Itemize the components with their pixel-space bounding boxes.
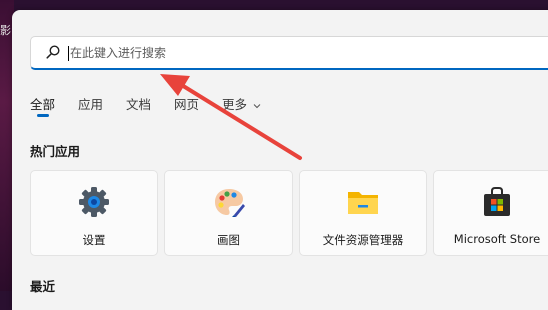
tab-more-label: 更多	[222, 97, 248, 112]
app-tile-paint[interactable]: 画图	[164, 170, 293, 256]
app-tile-label: 画图	[217, 233, 240, 247]
app-tile-file-explorer[interactable]: 文件资源管理器	[299, 170, 427, 256]
tab-all[interactable]: 全部	[30, 94, 55, 113]
search-icon	[46, 45, 60, 59]
recent-heading: 最近	[30, 279, 56, 294]
search-panel: 全部 应用 文档 网页 更多 热门应用 设置	[12, 10, 548, 310]
app-tile-label: Microsoft Store	[453, 232, 541, 246]
app-tile-label: 设置	[82, 233, 106, 247]
app-tile-label: 文件资源管理器	[322, 233, 404, 247]
top-apps-heading: 热门应用	[30, 144, 81, 159]
tab-more[interactable]: 更多	[222, 94, 261, 113]
tab-documents[interactable]: 文档	[126, 94, 151, 113]
tab-apps[interactable]: 应用	[78, 94, 103, 113]
active-tab-indicator	[37, 114, 49, 117]
search-input[interactable]	[68, 42, 518, 64]
text-caret	[68, 46, 69, 61]
settings-gear-icon	[79, 187, 109, 217]
file-explorer-folder-icon	[348, 192, 378, 214]
app-tile-settings[interactable]: 设置	[30, 170, 158, 256]
search-box[interactable]	[30, 36, 548, 70]
app-tile-microsoft-store[interactable]: Microsoft Store	[433, 170, 548, 256]
tab-web[interactable]: 网页	[174, 94, 199, 113]
chevron-down-icon	[253, 103, 261, 108]
paint-palette-icon	[214, 189, 245, 217]
microsoft-store-bag-icon	[484, 187, 510, 216]
